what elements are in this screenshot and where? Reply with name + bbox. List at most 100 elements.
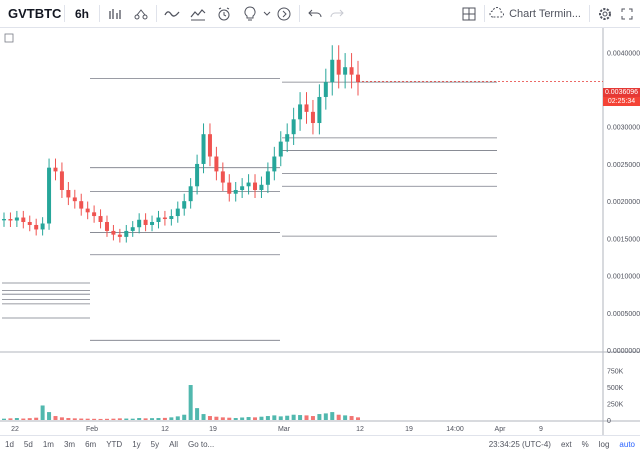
candle-body — [291, 119, 296, 135]
candle-body — [85, 208, 90, 213]
chart-type-icon[interactable] — [161, 3, 183, 25]
compare-icon[interactable] — [104, 3, 126, 25]
range-button-5y[interactable]: 5y — [146, 440, 164, 449]
volume-bar — [79, 418, 84, 420]
candle-body — [40, 223, 45, 230]
candle-body — [104, 222, 109, 231]
candle-body — [227, 182, 232, 194]
scale-option-ext[interactable]: ext — [556, 440, 577, 449]
candle-body — [124, 230, 129, 237]
volume-bar — [40, 405, 45, 420]
candle-body — [207, 134, 212, 157]
toolbar-divider — [299, 5, 300, 22]
object-tree-icon — [4, 33, 14, 43]
symbol-search[interactable]: GVTBTC — [0, 0, 61, 27]
scale-option-log[interactable]: log — [594, 440, 615, 449]
candle-body — [66, 190, 71, 198]
candle-body — [310, 111, 315, 124]
volume-bar — [47, 412, 52, 420]
volume-bar — [356, 417, 360, 420]
volume-bar — [227, 417, 232, 420]
candle-body — [27, 222, 32, 225]
candle-body — [21, 217, 26, 222]
indicators-icon[interactable] — [130, 3, 152, 25]
volume-bar — [124, 418, 129, 420]
candle-body — [343, 67, 348, 75]
volume-bar — [98, 418, 103, 420]
volume-bar — [214, 416, 219, 420]
candle-body — [72, 197, 77, 202]
volume-bar — [259, 416, 264, 420]
price-axis-label: 0.0025000 — [607, 162, 640, 169]
candle-body — [317, 96, 322, 124]
interval-button[interactable]: 6h — [69, 0, 95, 27]
volume-bar — [220, 417, 225, 420]
volume-bar — [104, 418, 109, 420]
candle-body — [188, 186, 193, 202]
price-axis-label: 0.0000000 — [607, 348, 640, 355]
candle-body — [2, 219, 6, 221]
range-button-all[interactable]: All — [164, 440, 183, 449]
volume-bar — [343, 415, 348, 420]
candle-body — [53, 167, 58, 172]
time-axis-label: 12 — [356, 426, 364, 433]
volume-bar — [130, 418, 135, 420]
volume-bar — [317, 414, 322, 420]
price-chart-svg[interactable]: 0.0040000 0.0030000 0.0025000 0.0020000 0.00… — [0, 28, 640, 435]
volume-bar — [169, 417, 174, 420]
layout-grid-icon[interactable] — [458, 3, 480, 25]
chevron-down-icon[interactable] — [261, 0, 273, 27]
alert-icon[interactable] — [213, 3, 235, 25]
time-axis-label: 9 — [539, 426, 543, 433]
templates-icon[interactable] — [187, 3, 209, 25]
range-button-3m[interactable]: 3m — [59, 440, 80, 449]
candle-body — [92, 212, 97, 217]
candle-body — [272, 156, 277, 172]
toolbar-divider — [156, 5, 157, 22]
layout-name: Chart Termin... — [509, 7, 581, 20]
volume-bar — [310, 416, 315, 420]
volume-axis-label: 500K — [607, 385, 624, 392]
candle-body — [117, 234, 122, 237]
candle-body — [143, 219, 148, 225]
candle-body — [298, 104, 303, 120]
range-button-1y[interactable]: 1y — [127, 440, 145, 449]
candle-body — [14, 217, 19, 221]
range-button-ytd[interactable]: YTD — [101, 440, 127, 449]
volume-bar — [323, 413, 328, 420]
time-axis-label: 22 — [11, 426, 19, 433]
range-button-5d[interactable]: 5d — [19, 440, 38, 449]
replay-icon[interactable] — [273, 3, 295, 25]
volume-bar — [298, 415, 303, 420]
undo-icon[interactable] — [304, 3, 326, 25]
volume-bar — [304, 415, 309, 420]
range-button-1d[interactable]: 1d — [0, 440, 19, 449]
range-button-6m[interactable]: 6m — [80, 440, 101, 449]
scale-option-percent[interactable]: % — [577, 440, 594, 449]
layout-name-button[interactable]: Chart Termin... — [489, 0, 585, 27]
volume-bar — [72, 418, 77, 420]
toolbar-divider — [99, 5, 100, 22]
volume-bar — [53, 416, 58, 420]
range-button-1m[interactable]: 1m — [38, 440, 59, 449]
volume-bar — [143, 418, 148, 420]
candle-body — [182, 201, 187, 209]
chart-area[interactable]: 0.0040000 0.0030000 0.0025000 0.0020000 0.00… — [0, 28, 640, 435]
goto-button[interactable]: Go to... — [183, 440, 219, 449]
volume-bar — [175, 416, 180, 420]
lightbulb-icon[interactable] — [239, 3, 261, 25]
candle-body — [349, 67, 354, 75]
volume-bar — [8, 418, 13, 420]
fullscreen-icon[interactable] — [616, 3, 638, 25]
candle-body — [233, 190, 238, 194]
volume-bar — [240, 417, 245, 420]
time-axis-label: 19 — [405, 426, 413, 433]
candle-body — [336, 59, 341, 75]
volume-bar — [34, 417, 39, 420]
volume-bar — [182, 414, 187, 420]
redo-icon[interactable] — [326, 3, 348, 25]
volume-bar — [188, 385, 193, 420]
gear-icon[interactable] — [594, 3, 616, 25]
time-axis-label: Mar — [278, 426, 291, 433]
scale-option-auto[interactable]: auto — [614, 440, 640, 449]
